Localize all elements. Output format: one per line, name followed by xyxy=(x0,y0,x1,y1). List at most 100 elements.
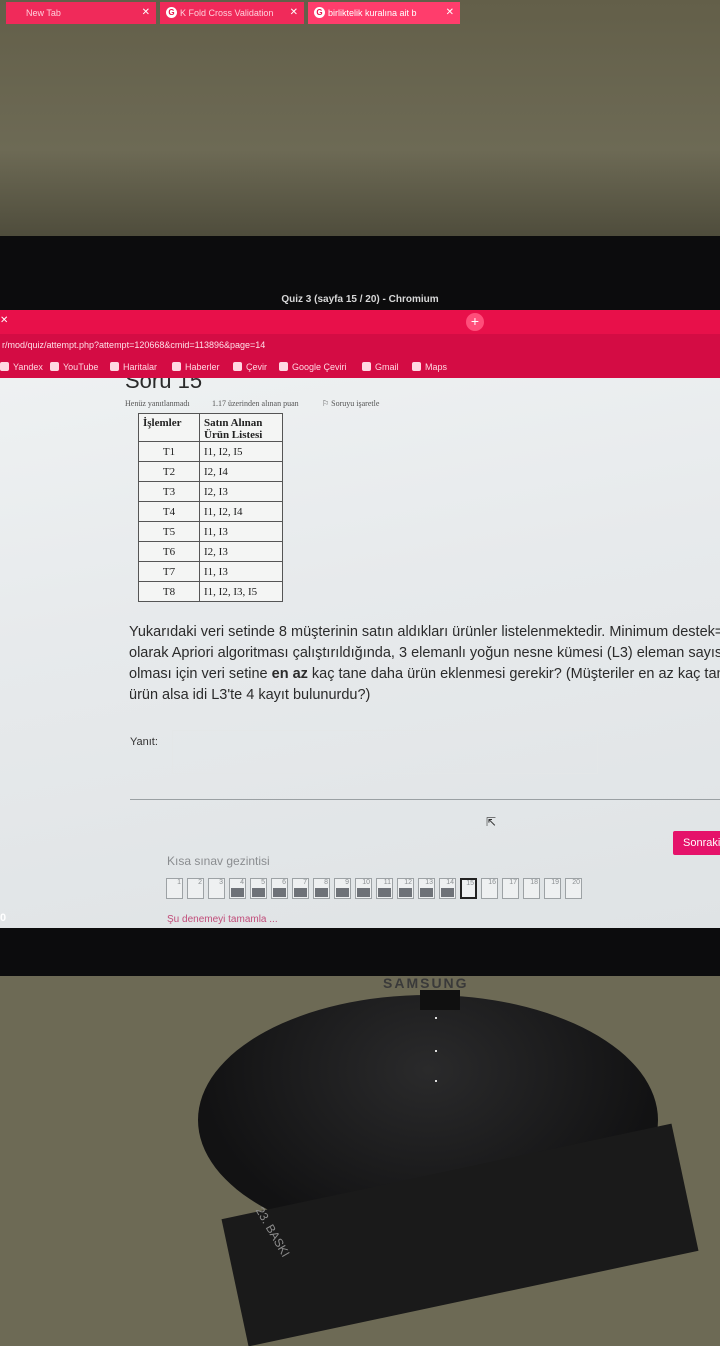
quiz-nav-button[interactable]: 10 xyxy=(355,878,372,899)
quiz-navigation-title: Kısa sınav gezintisi xyxy=(167,854,270,868)
bookmark-google-ceviri[interactable]: Google Çeviri xyxy=(279,356,347,378)
tab-active[interactable]: G birliktelik kuralına ait b ✕ xyxy=(308,2,460,24)
answer-input[interactable] xyxy=(172,730,598,774)
site-icon: G xyxy=(166,7,177,18)
emphasis: en az xyxy=(271,666,308,682)
mouse-pointer-icon: ⇱ xyxy=(486,815,497,829)
quiz-nav-button[interactable]: 9 xyxy=(334,878,351,899)
question-status: Henüz yanıtlanmadı xyxy=(125,399,190,408)
column-header: Satın Alınan Ürün Listesi xyxy=(199,413,283,442)
column-header: İşlemler xyxy=(138,413,200,442)
items-cell: I2, I3 xyxy=(199,541,283,562)
table-row: T3 I2, I3 xyxy=(138,481,283,502)
quiz-nav-button[interactable]: 1 xyxy=(166,878,183,899)
flag-question-link[interactable]: ⚐ Soruyu işaretle xyxy=(322,399,379,408)
bookmark-maps[interactable]: Maps xyxy=(412,356,447,378)
flag-icon: ⚐ xyxy=(322,399,332,408)
edge-number: 0 xyxy=(0,912,7,924)
finish-attempt-link[interactable]: Şu denemeyi tamamla ... xyxy=(167,914,278,925)
quiz-nav-button[interactable]: 2 xyxy=(187,878,204,899)
bookmark-cevir[interactable]: Çevir xyxy=(233,356,267,378)
items-cell: I1, I2, I3, I5 xyxy=(199,581,283,602)
transaction-id-cell: T4 xyxy=(138,501,200,522)
quiz-nav-button[interactable]: 4 xyxy=(229,878,246,899)
monitor-brand-logo: SAMSUNG xyxy=(383,975,469,991)
quiz-nav-button[interactable]: 18 xyxy=(523,878,540,899)
question-heading: Soru 15 xyxy=(125,378,203,393)
question-text: Yukarıdaki veri setinde 8 müşterinin sat… xyxy=(129,624,720,703)
address-bar[interactable]: r/mod/quiz/attempt.php?attempt=120668&cm… xyxy=(0,334,720,356)
yandex-icon xyxy=(0,362,9,371)
items-cell: I2, I4 xyxy=(199,461,283,482)
divider xyxy=(130,799,720,800)
quiz-nav-button[interactable]: 15 xyxy=(460,878,477,899)
translate-icon xyxy=(279,362,288,371)
transaction-id-cell: T1 xyxy=(138,441,200,462)
quiz-nav-button[interactable]: 8 xyxy=(313,878,330,899)
news-icon xyxy=(172,362,181,371)
close-icon[interactable]: ✕ xyxy=(290,2,298,24)
google-icon: G xyxy=(314,7,325,18)
transaction-id-cell: T8 xyxy=(138,581,200,602)
youtube-icon xyxy=(50,362,59,371)
window-title: Quiz 3 (sayfa 15 / 20) - Chromium xyxy=(281,294,439,305)
tab-k-fold[interactable]: G K Fold Cross Validation ✕ xyxy=(160,2,304,24)
tab-bar xyxy=(0,310,720,334)
new-tab-button[interactable]: + xyxy=(466,313,484,331)
quiz-nav-button[interactable]: 14 xyxy=(439,878,456,899)
quiz-nav-button[interactable]: 7 xyxy=(292,878,309,899)
bookmarks-bar: Yandex YouTube Haritalar Haberler Çevir … xyxy=(0,356,720,378)
maps-icon xyxy=(110,362,119,371)
close-icon[interactable]: ✕ xyxy=(446,2,454,24)
bookmark-gmail[interactable]: Gmail xyxy=(362,356,399,378)
bookmark-youtube[interactable]: YouTube xyxy=(50,356,98,378)
quiz-nav-button[interactable]: 17 xyxy=(502,878,519,899)
stand-light xyxy=(435,1017,437,1019)
table-row: T5 I1, I3 xyxy=(138,521,283,542)
transaction-id-cell: T7 xyxy=(138,561,200,582)
tab-label: K Fold Cross Validation xyxy=(180,8,274,18)
table-row: T8 I1, I2, I3, I5 xyxy=(138,581,283,602)
bookmark-haritalar[interactable]: Haritalar xyxy=(110,356,157,378)
transaction-id-cell: T6 xyxy=(138,541,200,562)
quiz-nav-button[interactable]: 11 xyxy=(376,878,393,899)
bookmark-haberler[interactable]: Haberler xyxy=(172,356,220,378)
quiz-nav-button[interactable]: 20 xyxy=(565,878,582,899)
quiz-nav-button[interactable]: 3 xyxy=(208,878,225,899)
stand-light xyxy=(435,1050,437,1052)
table-row: T4 I1, I2, I4 xyxy=(138,501,283,522)
monitor-neck xyxy=(420,990,460,1010)
plus-icon: + xyxy=(470,313,480,329)
items-cell: I1, I3 xyxy=(199,521,283,542)
close-icon[interactable]: ✕ xyxy=(0,315,8,326)
table-row: T2 I2, I4 xyxy=(138,461,283,482)
quiz-page: Soru 15 Henüz yanıtlanmadı 1.17 üzerinde… xyxy=(0,378,720,928)
quiz-nav-button[interactable]: 13 xyxy=(418,878,435,899)
items-cell: I1, I3 xyxy=(199,561,283,582)
items-cell: I2, I3 xyxy=(199,481,283,502)
items-cell: I1, I2, I4 xyxy=(199,501,283,522)
transaction-id-cell: T3 xyxy=(138,481,200,502)
maps-icon xyxy=(412,362,421,371)
table-row: T1 I1, I2, I5 xyxy=(138,441,283,462)
quiz-nav-button[interactable]: 19 xyxy=(544,878,561,899)
tab-label: New Tab xyxy=(26,8,61,18)
gmail-icon xyxy=(362,362,371,371)
translate-icon xyxy=(233,362,242,371)
tab-new-tab[interactable]: New Tab ✕ xyxy=(6,2,156,24)
stand-light xyxy=(435,1080,437,1082)
close-icon[interactable]: ✕ xyxy=(142,2,150,24)
table-row: T7 I1, I3 xyxy=(138,561,283,582)
answer-label: Yanıt: xyxy=(130,736,158,748)
quiz-nav-button[interactable]: 16 xyxy=(481,878,498,899)
transactions-table: İşlemler Satın Alınan Ürün Listesi T1 I1,… xyxy=(138,413,283,602)
quiz-nav-button[interactable]: 12 xyxy=(397,878,414,899)
quiz-nav-button[interactable]: 6 xyxy=(271,878,288,899)
quiz-nav-button[interactable]: 5 xyxy=(250,878,267,899)
transaction-id-cell: T2 xyxy=(138,461,200,482)
background-wall xyxy=(0,0,720,250)
items-cell: I1, I2, I5 xyxy=(199,441,283,462)
bookmark-yandex[interactable]: Yandex xyxy=(0,356,43,378)
question-points: 1.17 üzerinden alınan puan xyxy=(212,399,299,408)
next-button[interactable]: Sonraki xyxy=(673,831,720,855)
